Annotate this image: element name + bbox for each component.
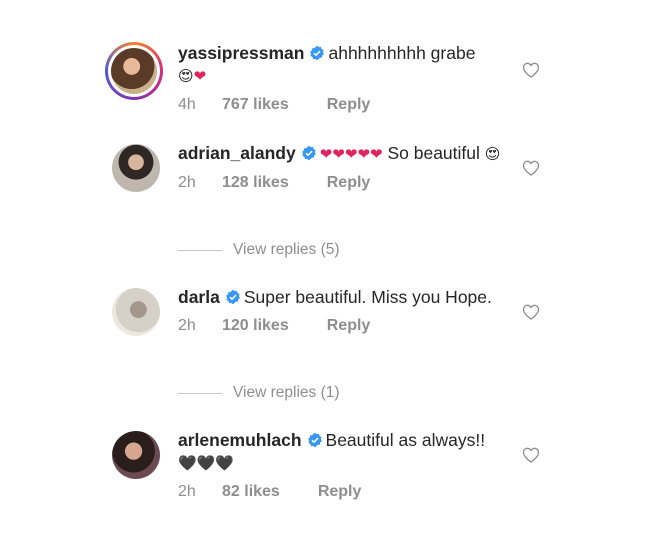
comment-username[interactable]: adrian_alandy bbox=[178, 143, 296, 163]
emoji-red-heart: ❤ bbox=[370, 145, 383, 163]
comment-likes[interactable]: 128 likes bbox=[222, 174, 289, 192]
verified-badge-icon bbox=[307, 432, 322, 448]
avatar-story-ring[interactable] bbox=[105, 42, 163, 100]
comment-username[interactable]: arlenemuhlach bbox=[178, 430, 302, 450]
heart-outline-icon[interactable] bbox=[521, 445, 541, 465]
reply-button[interactable]: Reply bbox=[327, 96, 371, 114]
comment-time: 2h bbox=[178, 174, 196, 191]
comment-likes[interactable]: 82 likes bbox=[222, 483, 280, 501]
emoji-heart-eyes: 😍 bbox=[484, 145, 501, 163]
reply-button[interactable]: Reply bbox=[318, 483, 362, 501]
emoji-red-heart: ❤ bbox=[344, 145, 358, 163]
avatar bbox=[111, 48, 157, 94]
heart-outline-icon[interactable] bbox=[521, 302, 541, 322]
emoji-heart-eyes: 😍 bbox=[178, 67, 194, 85]
comment-text: ahhhhhhhhh grabe bbox=[328, 43, 476, 63]
heart-outline-icon[interactable] bbox=[521, 158, 541, 178]
emoji-red-heart: ❤ bbox=[357, 145, 371, 163]
comment-username[interactable]: darla bbox=[178, 287, 220, 307]
avatar[interactable] bbox=[112, 144, 160, 192]
verified-badge-icon bbox=[310, 45, 325, 61]
comment-time: 2h bbox=[178, 317, 196, 334]
comment-text: So beautiful bbox=[387, 143, 480, 163]
comment-meta: 4h 767 likes Reply bbox=[178, 96, 508, 114]
comment-text: Super beautiful. Miss you Hope. bbox=[243, 287, 492, 307]
comment-meta: 2h 128 likes Reply bbox=[178, 174, 508, 192]
comment-time: 4h bbox=[178, 96, 196, 113]
emoji-black-heart: 🖤 bbox=[178, 454, 197, 472]
comments-list: yassipressman ahhhhhhhhh grabe 😍❤ 4h 767 l… bbox=[0, 0, 660, 550]
comment-username[interactable]: yassipressman bbox=[178, 43, 304, 63]
comment-text: Beautiful as always!! bbox=[325, 430, 486, 450]
divider bbox=[178, 392, 222, 394]
verified-badge-icon bbox=[301, 145, 316, 161]
comment-time: 2h bbox=[178, 483, 196, 500]
comment-meta: 2h 120 likes Reply bbox=[178, 317, 508, 335]
divider bbox=[178, 249, 222, 251]
verified-badge-icon bbox=[225, 289, 240, 305]
emoji-black-heart: 🖤 bbox=[196, 454, 216, 472]
view-replies-label: View replies (1) bbox=[233, 384, 340, 401]
heart-outline-icon[interactable] bbox=[521, 60, 541, 80]
view-replies-button[interactable]: View replies (5) bbox=[178, 241, 340, 259]
avatar[interactable] bbox=[112, 288, 160, 336]
emoji-red-heart: ❤ bbox=[319, 145, 333, 163]
comment-likes[interactable]: 120 likes bbox=[222, 317, 289, 335]
emoji-red-heart: ❤ bbox=[193, 67, 207, 85]
avatar[interactable] bbox=[112, 431, 160, 479]
view-replies-label: View replies (5) bbox=[233, 241, 340, 258]
emoji-black-heart: 🖤 bbox=[215, 454, 235, 472]
reply-button[interactable]: Reply bbox=[327, 174, 371, 192]
emoji-red-heart: ❤ bbox=[332, 145, 345, 163]
view-replies-button[interactable]: View replies (1) bbox=[178, 384, 340, 402]
comment-likes[interactable]: 767 likes bbox=[222, 96, 289, 114]
reply-button[interactable]: Reply bbox=[327, 317, 371, 335]
comment-meta: 2h 82 likes Reply bbox=[178, 483, 508, 501]
